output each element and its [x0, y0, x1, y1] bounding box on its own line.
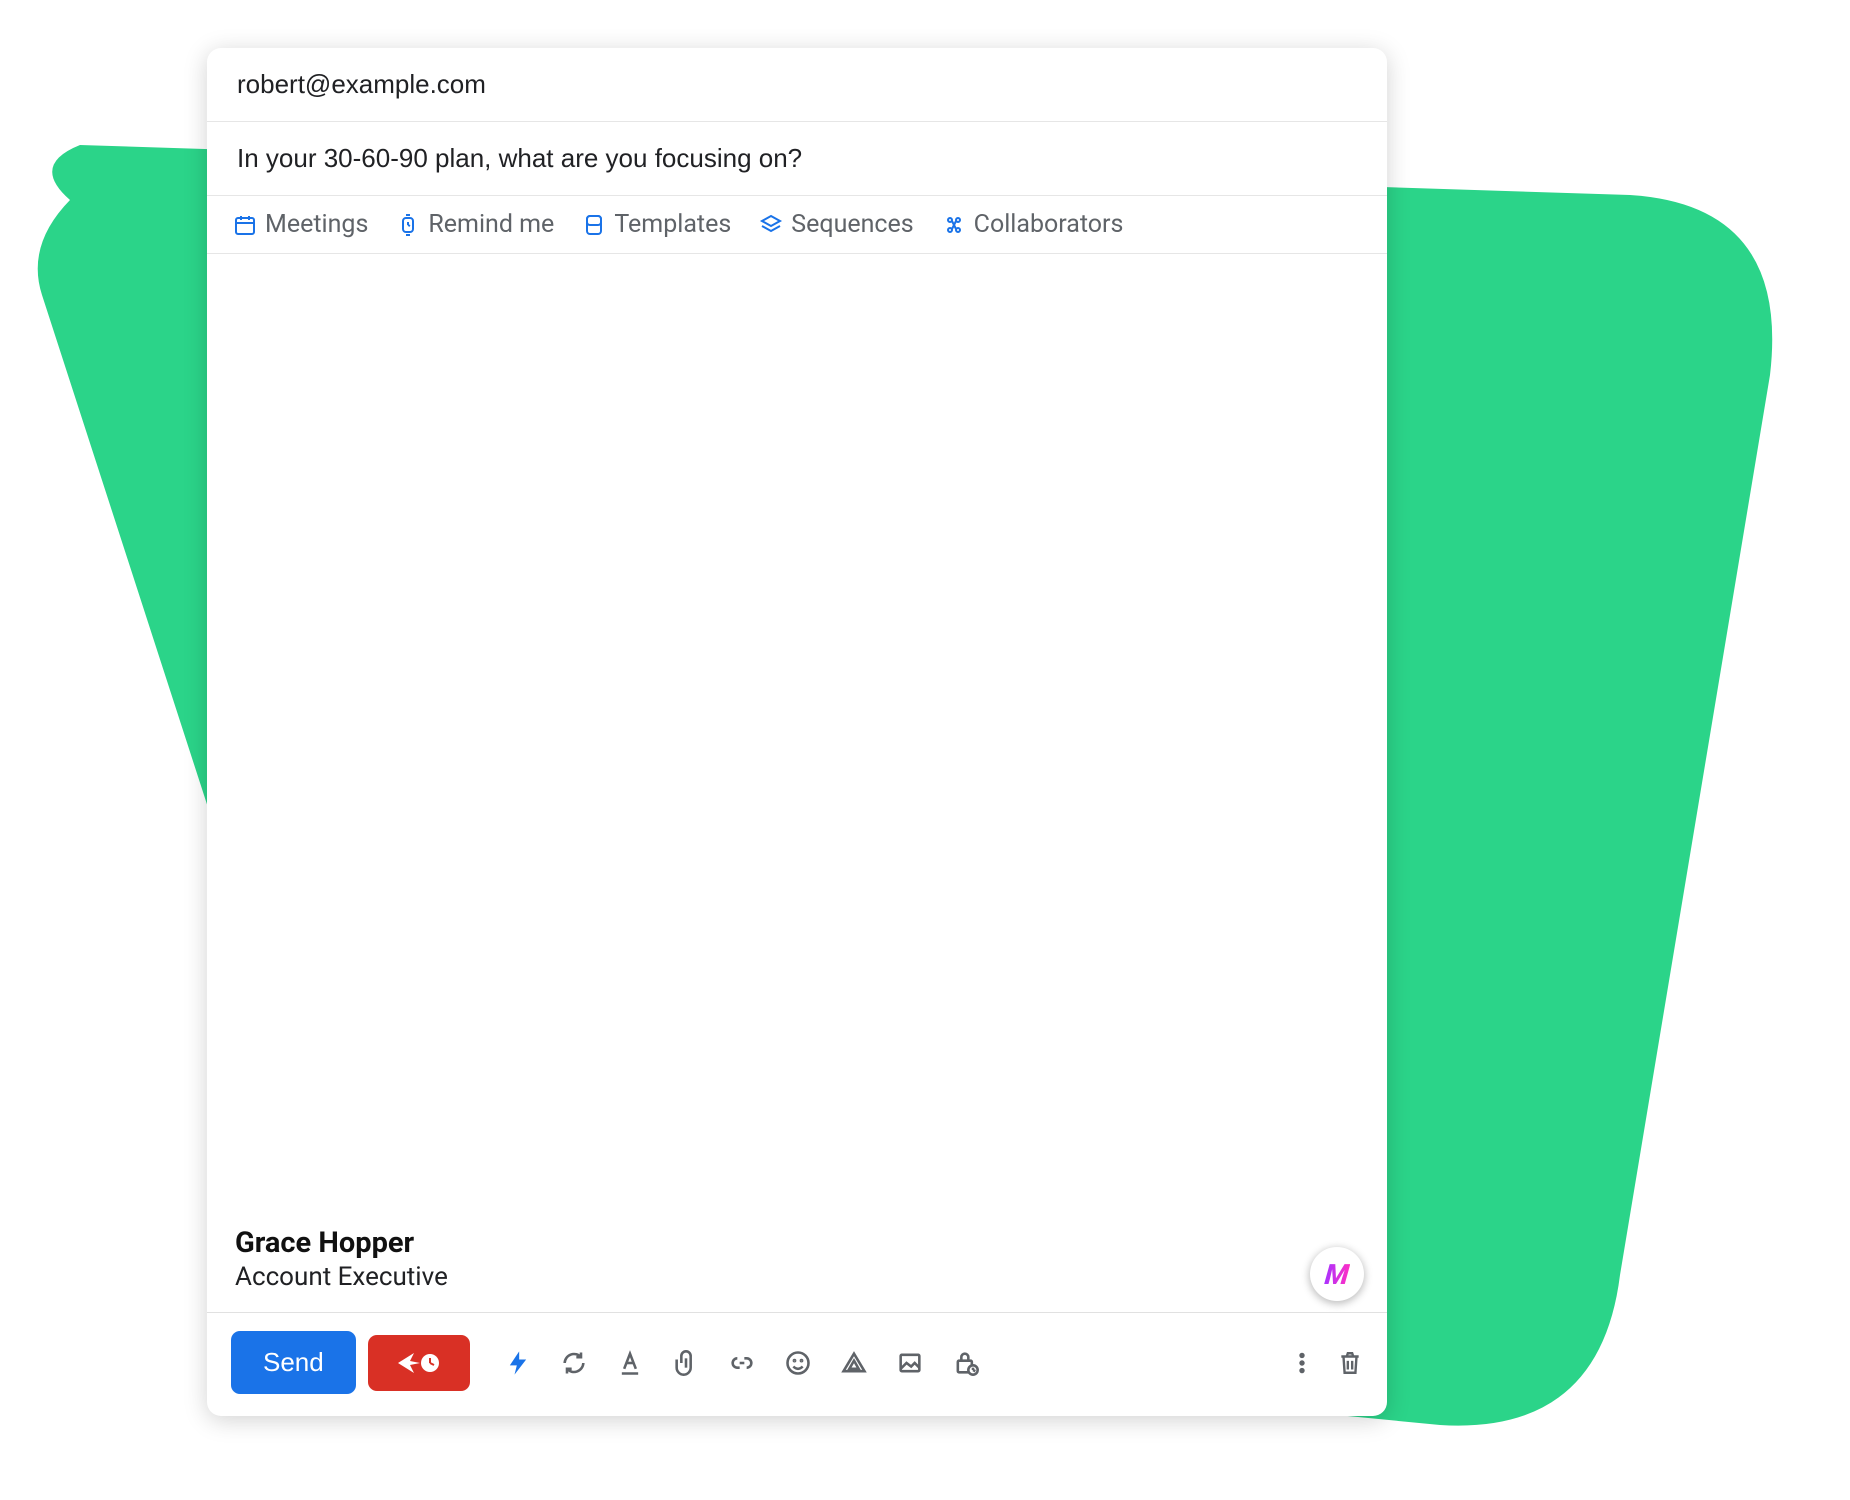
send-later-icon: [396, 1349, 442, 1377]
compose-window: Meetings Remind me Templates: [207, 48, 1387, 1416]
subject-input[interactable]: [235, 142, 1359, 175]
link-icon: [728, 1349, 756, 1377]
compose-body[interactable]: Grace Hopper Account Executive M: [207, 254, 1387, 1312]
drive-icon: [840, 1349, 868, 1377]
sequences-label: Sequences: [791, 210, 913, 239]
meetings-button[interactable]: Meetings: [233, 210, 368, 239]
people-icon: [942, 213, 966, 237]
meetings-label: Meetings: [265, 210, 368, 239]
image-icon: [896, 1349, 924, 1377]
signature-block: Grace Hopper Account Executive: [235, 1226, 448, 1292]
subject-field-row: [207, 122, 1387, 196]
signature-name: Grace Hopper: [235, 1226, 448, 1260]
paperclip-icon: [672, 1349, 700, 1377]
send-later-button[interactable]: [368, 1335, 470, 1391]
bottom-toolbar: Send: [207, 1313, 1387, 1416]
link-button[interactable]: [728, 1349, 756, 1377]
bolt-icon: [504, 1349, 532, 1377]
lock-clock-icon: [952, 1349, 980, 1377]
emoji-button[interactable]: [784, 1349, 812, 1377]
templates-label: Templates: [614, 210, 731, 239]
image-button[interactable]: [896, 1349, 924, 1377]
tool-row: Meetings Remind me Templates: [207, 196, 1387, 254]
right-toolbar: [1289, 1350, 1363, 1376]
format-toolbar: [504, 1349, 980, 1377]
brand-badge[interactable]: M: [1309, 1246, 1365, 1302]
confidential-button[interactable]: [952, 1349, 980, 1377]
drive-button[interactable]: [840, 1349, 868, 1377]
send-button[interactable]: Send: [231, 1331, 356, 1394]
attach-button[interactable]: [672, 1349, 700, 1377]
text-format-button[interactable]: [616, 1349, 644, 1377]
template-icon: [582, 213, 606, 237]
collaborators-button[interactable]: Collaborators: [942, 210, 1124, 239]
more-button[interactable]: [1289, 1350, 1315, 1376]
remind-button[interactable]: Remind me: [396, 210, 554, 239]
signature-title: Account Executive: [235, 1262, 448, 1292]
discard-button[interactable]: [1337, 1350, 1363, 1376]
to-input[interactable]: [235, 68, 1359, 101]
collaborators-label: Collaborators: [974, 210, 1124, 239]
emoji-icon: [784, 1349, 812, 1377]
sequences-button[interactable]: Sequences: [759, 210, 913, 239]
bolt-button[interactable]: [504, 1349, 532, 1377]
track-button[interactable]: [560, 1349, 588, 1377]
layers-icon: [759, 213, 783, 237]
trash-icon: [1337, 1350, 1363, 1376]
watch-icon: [396, 213, 420, 237]
text-format-icon: [616, 1349, 644, 1377]
more-vert-icon: [1289, 1350, 1315, 1376]
calendar-icon: [233, 213, 257, 237]
to-field-row: [207, 48, 1387, 122]
templates-button[interactable]: Templates: [582, 210, 731, 239]
refresh-icon: [560, 1349, 588, 1377]
brand-badge-logo: M: [1323, 1258, 1350, 1291]
remind-label: Remind me: [428, 210, 554, 239]
